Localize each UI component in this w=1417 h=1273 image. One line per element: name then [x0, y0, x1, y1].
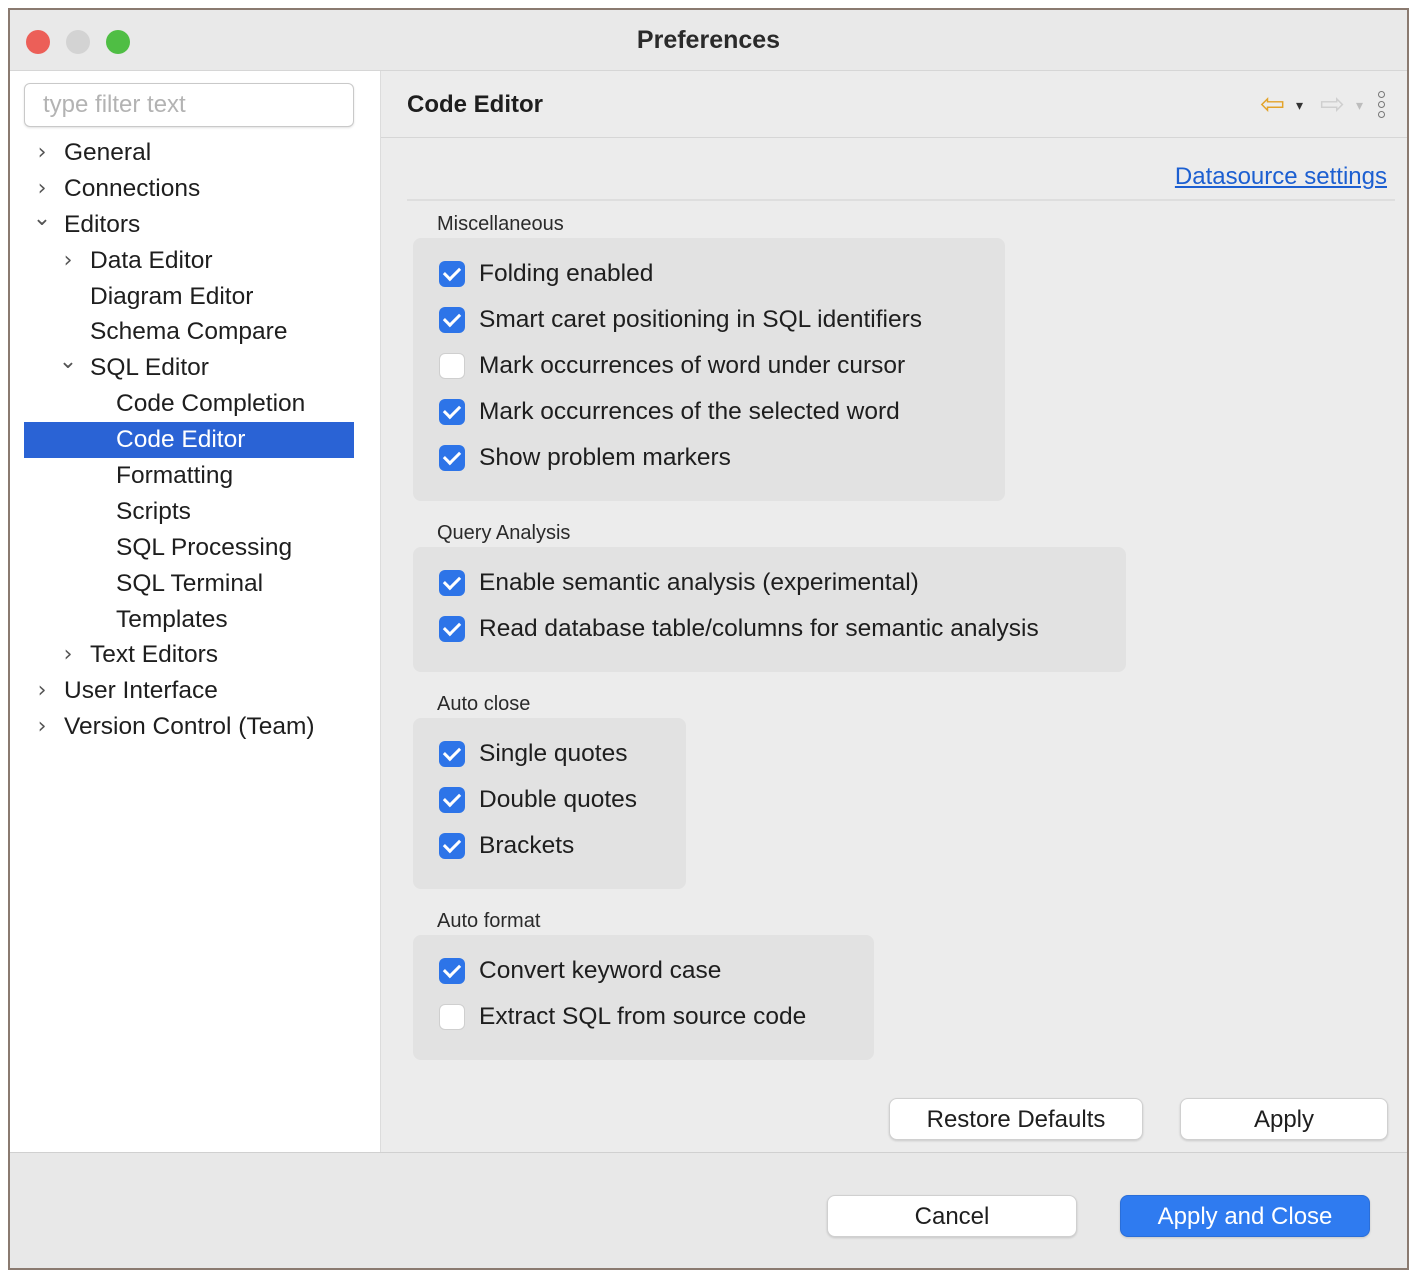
preference-page: Code Editor ⇦ ▾ ⇨ ▾ Datasource settings … — [381, 71, 1407, 1152]
datasource-settings-link[interactable]: Datasource settings — [1175, 163, 1387, 191]
sidebar-item[interactable]: › General — [10, 135, 380, 171]
page-navigation: ⇦ ▾ ⇨ ▾ — [1249, 89, 1389, 121]
option-label: Folding enabled — [479, 260, 654, 287]
sidebar-item-label: SQL Editor — [90, 354, 209, 382]
forward-arrow-icon[interactable]: ⇨ — [1320, 89, 1345, 121]
back-history-dropdown-icon[interactable]: ▾ — [1296, 89, 1303, 123]
group-title: Query Analysis — [437, 522, 571, 544]
sidebar-item-label: Editors — [64, 210, 141, 238]
option-label: Extract SQL from source code — [479, 1003, 807, 1030]
checkbox-checked[interactable] — [439, 307, 465, 333]
option-label: Smart caret positioning in SQL identifie… — [479, 306, 923, 333]
option-label: Mark occurrences of word under cursor — [479, 352, 906, 379]
sidebar-item[interactable]: › Connections — [10, 171, 380, 207]
sidebar-item-label: Version Control (Team) — [64, 713, 315, 741]
checkbox-checked[interactable] — [439, 399, 465, 425]
checkbox-checked[interactable] — [439, 833, 465, 859]
sidebar-item-label: SQL Processing — [116, 533, 293, 561]
sidebar-item[interactable]: › Data Editor — [10, 243, 380, 279]
option-label: Brackets — [479, 832, 575, 859]
sidebar-item[interactable]: ⌄ Editors — [10, 206, 380, 243]
sidebar-item-label: Templates — [116, 605, 228, 633]
checkbox-unchecked[interactable] — [439, 1004, 465, 1030]
sidebar-item[interactable]: ⌄ SQL Editor — [10, 349, 380, 386]
chevron-down-icon[interactable]: ⌄ — [56, 344, 80, 380]
sidebar-item-label: Formatting — [116, 462, 234, 490]
separator — [407, 199, 1395, 201]
sidebar-item-label: Code Editor — [116, 426, 246, 454]
sidebar-item[interactable]: Scripts — [10, 494, 380, 530]
window-title: Preferences — [636, 26, 781, 54]
chevron-right-icon[interactable]: › — [30, 709, 54, 745]
checkbox-checked[interactable] — [439, 261, 465, 287]
checkbox-checked[interactable] — [439, 570, 465, 596]
back-arrow-icon[interactable]: ⇦ — [1260, 89, 1285, 121]
chevron-right-icon[interactable]: › — [30, 135, 54, 171]
chevron-right-icon[interactable]: › — [56, 243, 80, 279]
chevron-right-icon[interactable]: › — [56, 637, 80, 673]
forward-history-dropdown-icon[interactable]: ▾ — [1356, 89, 1363, 123]
sidebar-item-label: Connections — [64, 174, 201, 202]
sidebar-item-label: Diagram Editor — [90, 282, 254, 310]
checkbox-unchecked[interactable] — [439, 353, 465, 379]
group-title: Miscellaneous — [437, 213, 564, 235]
page-title: Code Editor — [407, 91, 543, 118]
checkbox-checked[interactable] — [439, 616, 465, 642]
sidebar-item-label: User Interface — [64, 677, 218, 705]
preferences-tree: › General › Connections ⌄ Editors › Data Editor… — [10, 135, 380, 745]
title-bar: Preferences — [10, 10, 1407, 71]
sidebar-item-label: SQL Terminal — [116, 569, 264, 597]
option-label: Mark occurrences of the selected word — [479, 398, 900, 425]
option-label: Show problem markers — [479, 444, 731, 471]
sidebar-item[interactable]: Formatting — [10, 458, 380, 494]
checkbox-checked[interactable] — [439, 741, 465, 767]
sidebar-item-label: Scripts — [116, 497, 191, 525]
apply-and-close-button[interactable]: Apply and Close — [1120, 1195, 1370, 1237]
preferences-sidebar: ›General›Connections⌄Editors›Data Editor… — [10, 71, 381, 1152]
page-header: Code Editor ⇦ ▾ ⇨ ▾ — [381, 71, 1407, 138]
sidebar-item[interactable]: › Text Editors — [10, 637, 380, 673]
sidebar-item[interactable]: Templates — [10, 602, 380, 638]
sidebar-item[interactable]: SQL Terminal — [10, 566, 380, 602]
view-menu-icon[interactable] — [1375, 89, 1389, 121]
sidebar-item-label: General — [64, 139, 152, 166]
preferences-window: Preferences ›General›Connections⌄Editors… — [8, 8, 1409, 1270]
group-title: Auto close — [437, 693, 531, 715]
option-label: Read database table/columns for semantic… — [479, 615, 1039, 642]
option-label: Convert keyword case — [479, 957, 722, 984]
apply-button[interactable]: Apply — [1180, 1098, 1388, 1140]
sidebar-item-label: Code Completion — [116, 390, 306, 418]
cancel-button[interactable]: Cancel — [827, 1195, 1077, 1237]
option-label: Single quotes — [479, 740, 628, 767]
dialog-footer: Cancel Apply and Close — [10, 1152, 1407, 1268]
sidebar-item[interactable]: Diagram Editor — [10, 279, 380, 315]
chevron-right-icon[interactable]: › — [30, 673, 54, 709]
checkbox-checked[interactable] — [439, 445, 465, 471]
checkbox-checked[interactable] — [439, 787, 465, 813]
sidebar-item[interactable]: › Version Control (Team) — [10, 709, 380, 745]
sidebar-item[interactable]: SQL Processing — [10, 530, 380, 566]
sidebar-item-label: Text Editors — [90, 641, 218, 669]
group-title: Auto format — [437, 910, 541, 932]
checkbox-checked[interactable] — [439, 958, 465, 984]
option-label: Double quotes — [479, 786, 638, 813]
sidebar-item[interactable]: Code Completion — [10, 386, 380, 422]
chevron-down-icon[interactable]: ⌄ — [30, 201, 54, 237]
option-label: Enable semantic analysis (experimental) — [479, 569, 919, 596]
restore-defaults-button[interactable]: Restore Defaults — [889, 1098, 1143, 1140]
sidebar-item[interactable]: Code Editor — [24, 422, 354, 459]
sidebar-item-label: Schema Compare — [90, 318, 288, 346]
filter-input[interactable] — [24, 83, 354, 127]
sidebar-item-label: Data Editor — [90, 246, 213, 274]
sidebar-item[interactable]: › User Interface — [10, 673, 380, 709]
